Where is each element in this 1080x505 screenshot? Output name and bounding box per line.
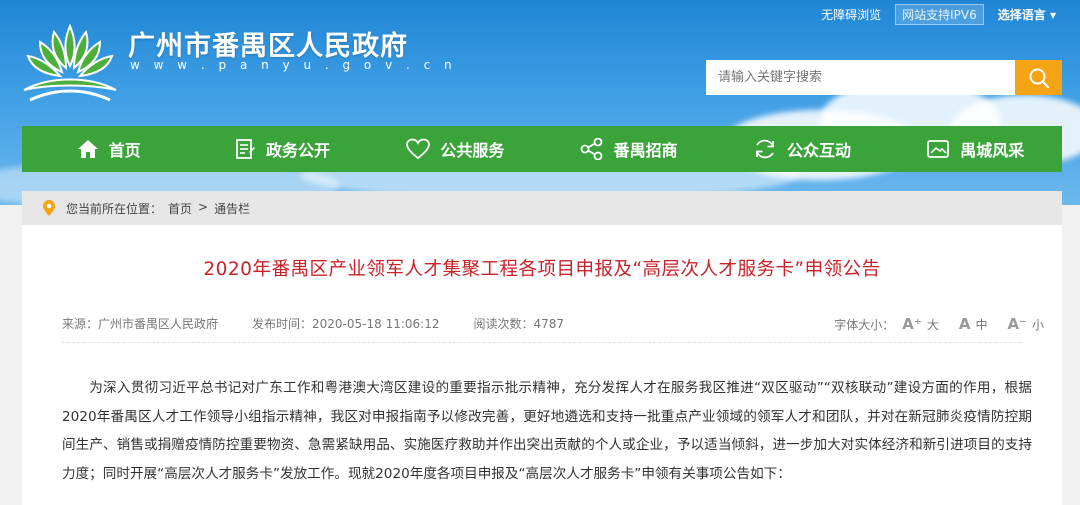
nav-item-city-scenery[interactable]: 禺城风采: [889, 126, 1062, 172]
nav-item-label: 政务公开: [265, 141, 330, 160]
nav-item-label: 首页: [108, 141, 141, 160]
breadcrumb: 您当前所在位置： 首页 > 通告栏: [22, 191, 1062, 225]
picture-icon: [927, 140, 950, 158]
article-meta: 来源：广州市番禺区人民政府 发布时间：2020-05-18 11:06:12 阅…: [62, 315, 1044, 333]
main-nav: 首页 政务公开 公共服务 番禺招商 公众互动 禺城风采: [22, 126, 1062, 172]
language-label: 选择语言: [997, 8, 1046, 22]
font-increase-icon: A⁺: [902, 315, 922, 333]
font-small-label: 小: [1031, 317, 1044, 332]
nav-item-label: 公众互动: [786, 141, 851, 160]
font-medium-label: 中: [975, 317, 988, 332]
font-large-label: 大: [926, 317, 939, 332]
breadcrumb-separator: >: [198, 199, 209, 214]
nav-item-public-services[interactable]: 公共服务: [369, 126, 542, 172]
article-title: 2020年番禺区产业领军人才集聚工程各项目申报及“高层次人才服务卡”申领公告: [203, 259, 881, 280]
search-button[interactable]: [1015, 60, 1062, 95]
ipv6-badge: 网站支持IPV6: [895, 4, 984, 25]
search-bar: [706, 60, 1062, 95]
home-icon: [77, 140, 98, 158]
site-logo[interactable]: [20, 18, 120, 104]
article-source: 来源：广州市番禺区人民政府: [62, 317, 219, 331]
site-url: w w w . p a n y u . g o v . c n: [130, 58, 457, 72]
accessibility-link[interactable]: 无障碍浏览: [821, 6, 881, 23]
font-large-button[interactable]: A⁺ 大: [902, 315, 939, 333]
refresh-icon: [756, 139, 774, 159]
language-selector[interactable]: 选择语言 ▾: [998, 6, 1056, 23]
nav-item-investment[interactable]: 番禺招商: [542, 126, 715, 172]
search-input[interactable]: [706, 60, 1015, 95]
content-panel: 您当前所在位置： 首页 > 通告栏 2020年番禺区产业领军人才集聚工程各项目申…: [22, 191, 1062, 505]
font-size-label: 字体大小：: [834, 317, 895, 332]
chevron-down-icon: ▾: [1049, 8, 1056, 22]
breadcrumb-prefix: 您当前所在位置：: [66, 201, 163, 216]
breadcrumb-current-link[interactable]: 通告栏: [214, 200, 250, 217]
article-body: 为深入贯彻习近平总书记对广东工作和粤港澳大湾区建设的重要指示批示精神，充分发挥人…: [62, 380, 1032, 482]
nav-item-label: 禺城风采: [960, 141, 1025, 160]
meta-divider: [62, 342, 1022, 343]
font-normal-icon: A: [958, 315, 971, 333]
article-view-count: 阅读次数：4787: [473, 317, 565, 331]
nav-item-government-affairs[interactable]: 政务公开: [195, 126, 368, 172]
top-utility-bar: 无障碍浏览 网站支持IPV6 选择语言 ▾: [821, 4, 1056, 25]
nav-item-interaction[interactable]: 公众互动: [715, 126, 888, 172]
location-pin-icon: [43, 200, 55, 216]
share-icon: [580, 138, 603, 160]
document-icon: [236, 139, 255, 159]
heart-icon: [406, 138, 431, 160]
search-icon: [1029, 68, 1049, 88]
font-size-control: 字体大小： A⁺ 大 A 中 A⁻ 小: [834, 315, 1044, 333]
nav-item-label: 公共服务: [440, 141, 505, 160]
article-publish-time: 发布时间：2020-05-18 11:06:12: [252, 317, 440, 331]
font-medium-button[interactable]: A 中: [959, 315, 988, 333]
nav-item-label: 番禺招商: [613, 141, 678, 160]
breadcrumb-home-link[interactable]: 首页: [168, 200, 192, 217]
font-decrease-icon: A⁻: [1007, 315, 1027, 333]
font-small-button[interactable]: A⁻ 小: [1007, 315, 1044, 333]
nav-item-home[interactable]: 首页: [22, 126, 195, 172]
